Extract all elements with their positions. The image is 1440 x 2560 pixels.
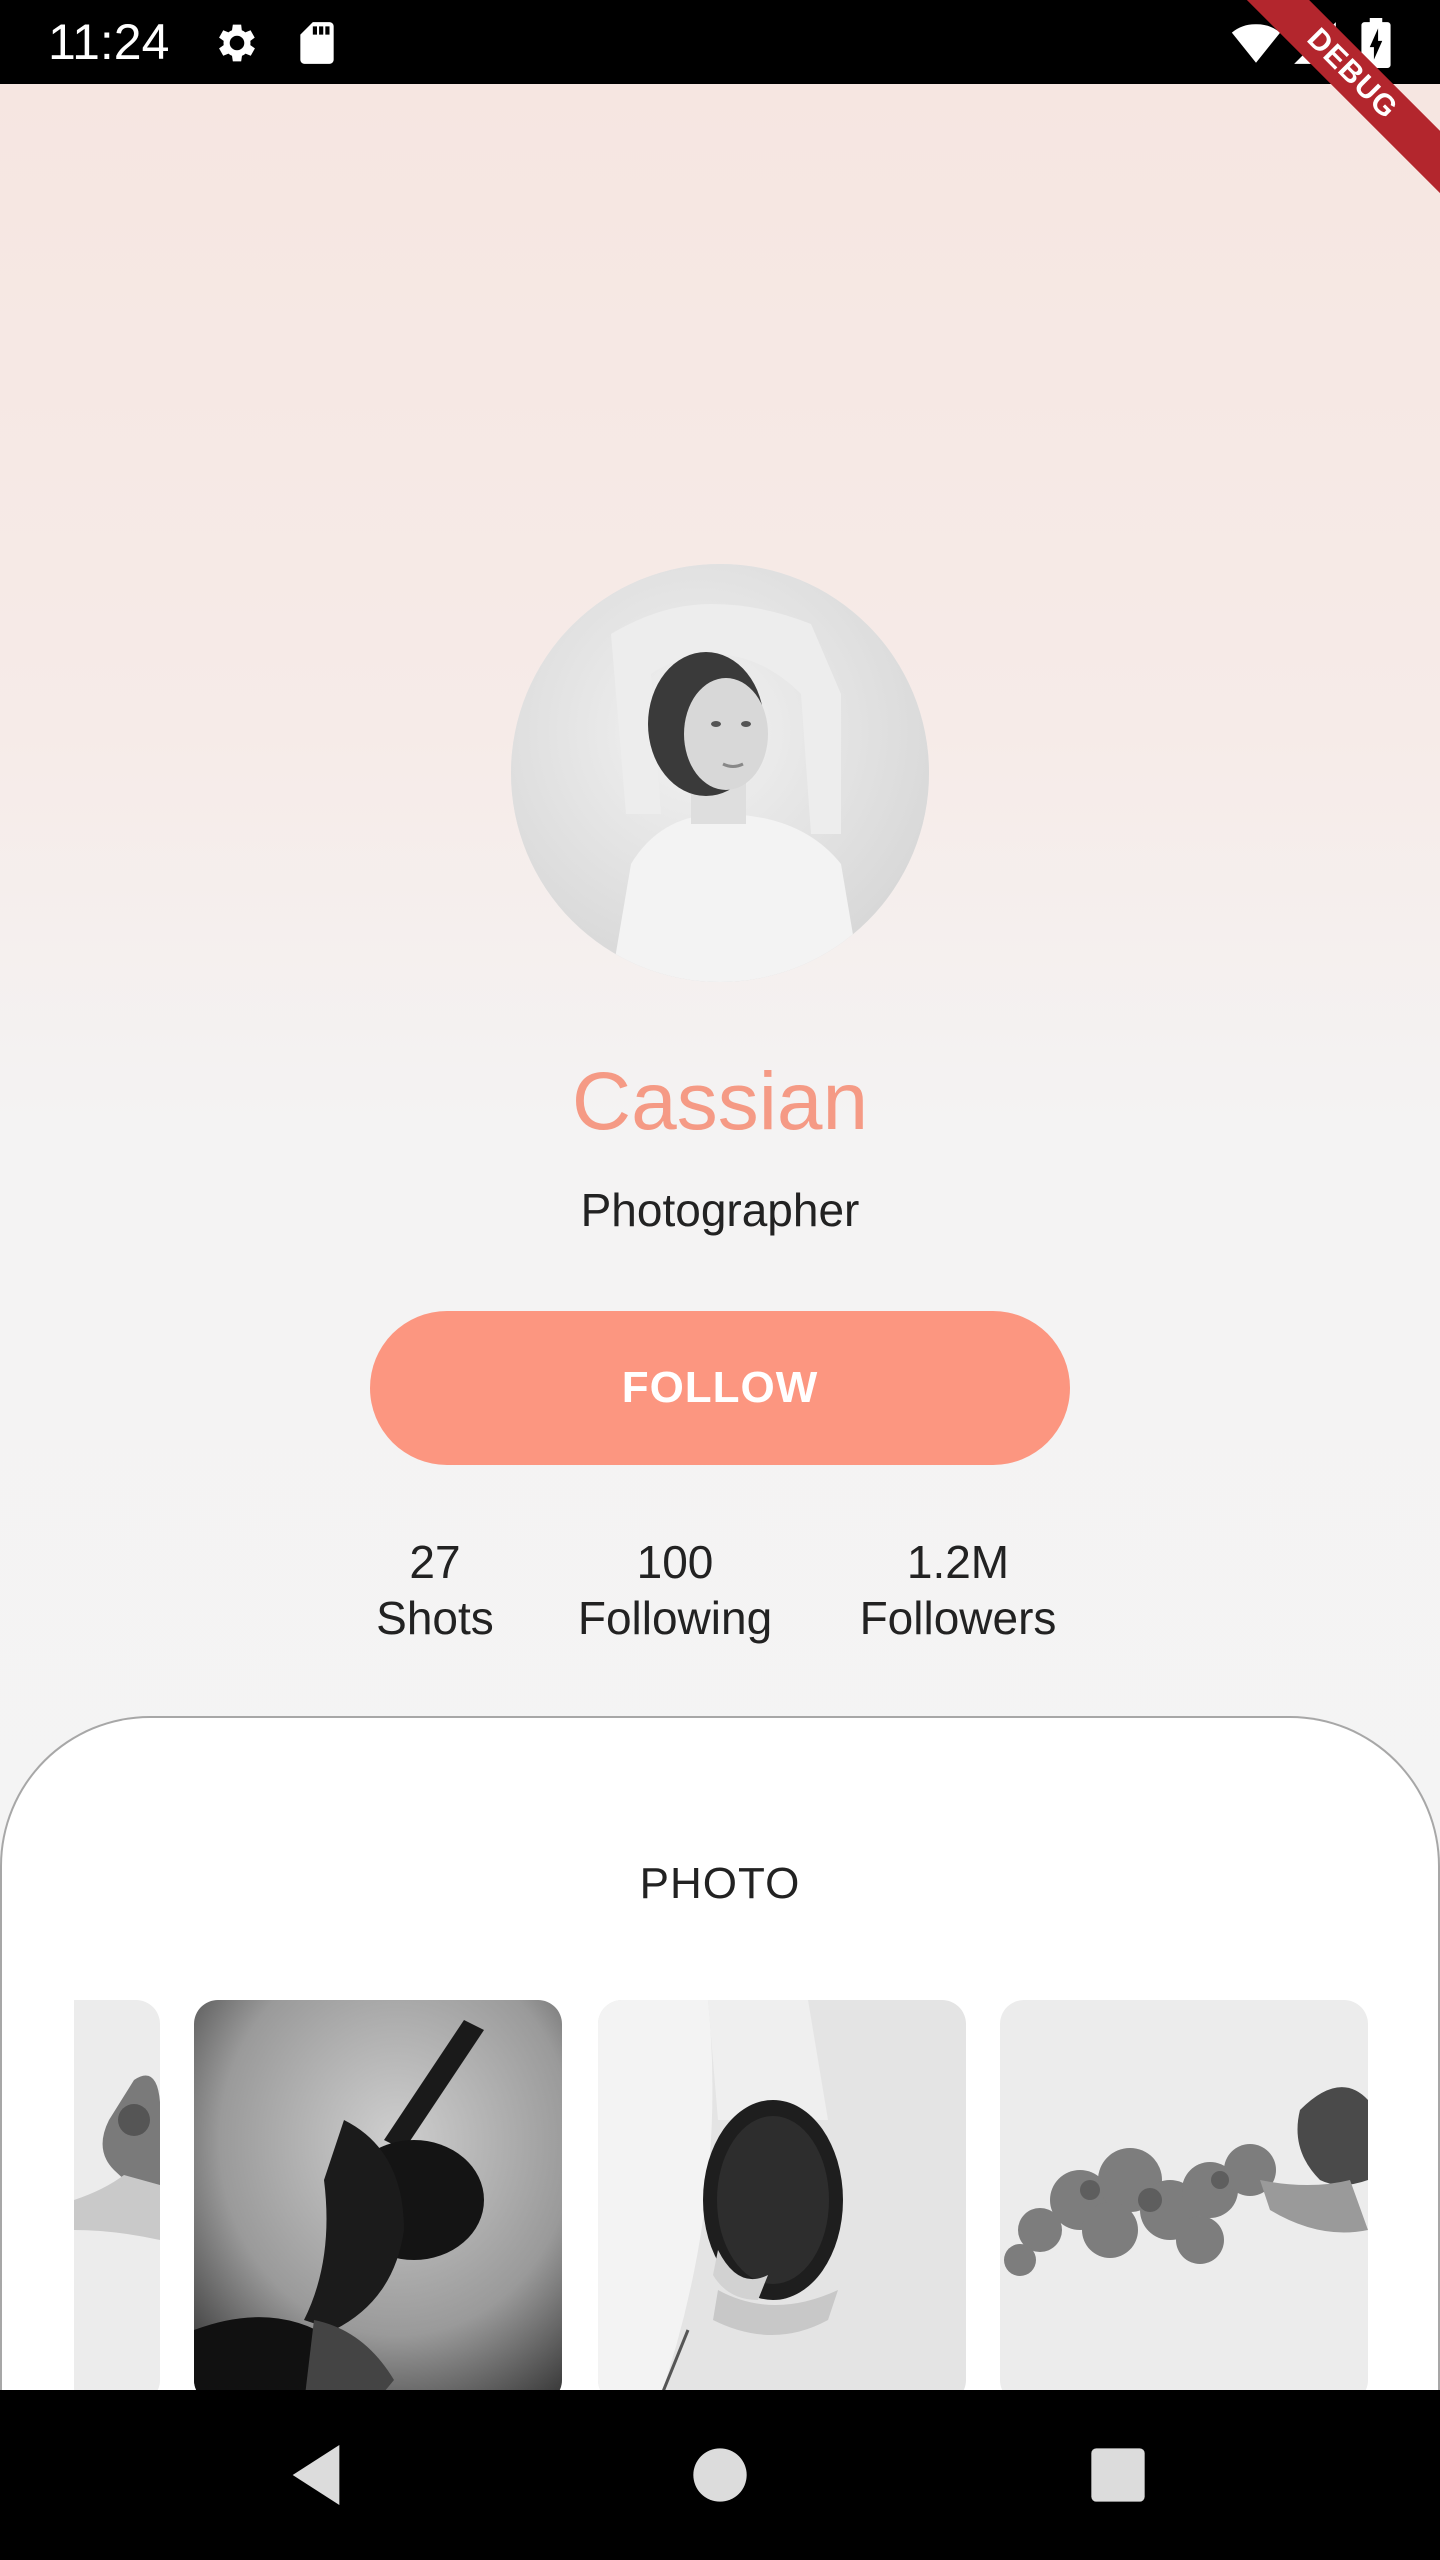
battery-charging-icon <box>1361 18 1391 68</box>
signal-icon <box>1294 22 1336 64</box>
stat-label: Followers <box>859 1592 1057 1644</box>
photo-thumbnail[interactable] <box>74 2000 160 2404</box>
stat-label: Shots <box>376 1592 494 1644</box>
partial-flowers-photo <box>74 2000 160 2404</box>
profile-role: Photographer <box>580 1184 860 1236</box>
flowers-photo <box>1000 2000 1368 2404</box>
navigation-bar <box>0 2390 1440 2560</box>
profile-avatar <box>511 564 929 982</box>
wifi-icon <box>1231 24 1281 63</box>
stat-following: 100 Following <box>560 1534 790 1646</box>
gear-icon <box>219 24 255 62</box>
photo-card: PHOTO <box>0 1716 1440 2476</box>
profile-name: Cassian <box>571 1056 869 1147</box>
stat-label: Following <box>577 1592 773 1644</box>
stat-value: 100 <box>636 1536 714 1588</box>
stat-value: 1.2M <box>906 1536 1010 1588</box>
photo-thumbnail[interactable] <box>1000 2000 1368 2404</box>
stat-followers: 1.2M Followers <box>838 1534 1078 1646</box>
stat-value: 27 <box>409 1536 461 1588</box>
photo-thumbnail[interactable] <box>194 2000 562 2404</box>
sd-card-icon <box>300 22 334 64</box>
avatar-photo <box>511 564 929 982</box>
status-time: 11:24 <box>48 14 170 70</box>
photo-thumbnail[interactable] <box>598 2000 966 2404</box>
back-icon[interactable] <box>276 2435 356 2515</box>
follow-button[interactable]: FOLLOW <box>370 1311 1070 1465</box>
stat-shots: 27 Shots <box>364 1534 506 1646</box>
recents-icon[interactable] <box>1078 2435 1158 2515</box>
home-icon[interactable] <box>680 2435 760 2515</box>
dancer-photo <box>194 2000 562 2404</box>
fencing-mask-photo <box>598 2000 966 2404</box>
app-screen: 11:24 Cassian Photographer FOLLOW 27 Sho… <box>0 0 1440 2560</box>
status-bar: 11:24 <box>0 0 1440 84</box>
photo-section-title: PHOTO <box>639 1859 801 1908</box>
